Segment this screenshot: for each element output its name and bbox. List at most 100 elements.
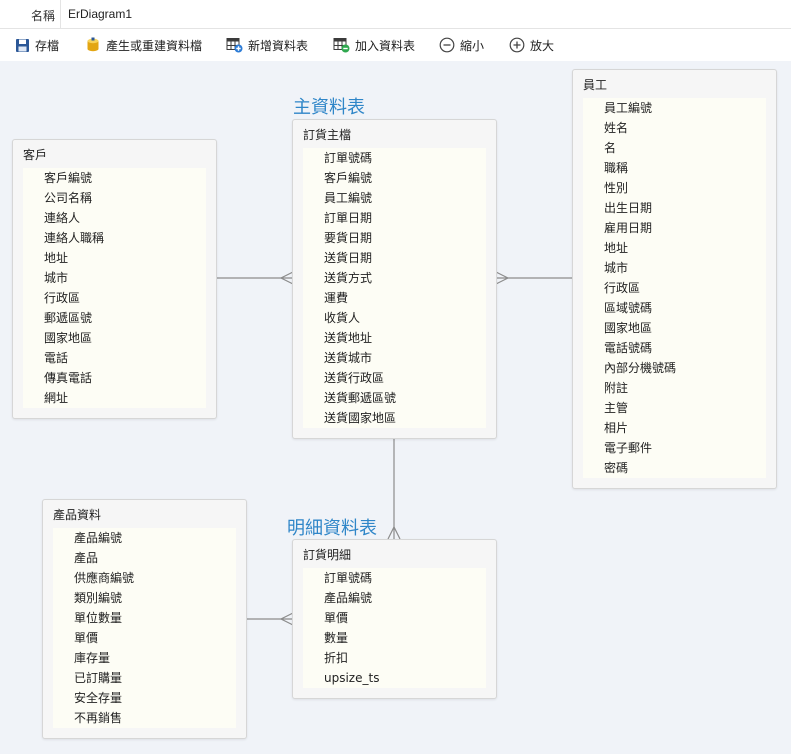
field-list: 訂單號碼 客戶編號 員工編號 訂單日期 要貨日期 送貨日期 送貨方式 運費 收貨人 送貨地址 送貨城… [303, 148, 486, 428]
zoom-in-icon [509, 37, 525, 53]
table-field[interactable]: 供應商編號 [53, 568, 236, 588]
add-table-label: 加入資料表 [355, 38, 416, 53]
new-table-icon [226, 38, 243, 53]
table-field[interactable]: 單位數量 [53, 608, 236, 628]
table-field[interactable]: upsize_ts [303, 668, 486, 688]
table-title: 產品資料 [53, 508, 102, 522]
table-field[interactable]: 類別編號 [53, 588, 236, 608]
table-field[interactable]: 傳真電話 [23, 368, 206, 388]
save-button[interactable]: 存檔 [15, 35, 59, 55]
table-field[interactable]: 要貨日期 [303, 228, 486, 248]
group-label-detail: 明細資料表 [287, 518, 377, 539]
table-field[interactable]: 公司名稱 [23, 188, 206, 208]
table-field[interactable]: 送貨城市 [303, 348, 486, 368]
field-list: 員工編號 姓名名職稱 性別 出生日期 雇用日期 地址 城市 行政區 區域號碼 國家地區 電話號碼 內部… [583, 98, 766, 478]
new-table-button[interactable]: 新增資料表 [226, 35, 308, 55]
toolbar: 存檔 產生或重建資料檔 新增資料表 加入資料表 縮小 放大 [0, 29, 791, 61]
table-field[interactable]: 產品編號 [53, 528, 236, 548]
database-build-icon [87, 37, 99, 52]
zoom-out-icon [439, 37, 455, 53]
table-field[interactable]: 安全存量 [53, 688, 236, 708]
table-field[interactable]: 行政區 [23, 288, 206, 308]
zoom-out-label: 縮小 [460, 38, 485, 53]
table-field[interactable]: 單價 [53, 628, 236, 648]
table-field[interactable]: 區域號碼 [583, 298, 766, 318]
table-products[interactable]: 產品資料 產品編號 產品 供應商編號 類別編號 單位數量 單價 庫存量 已訂購量 安全存量 不再銷… [42, 499, 247, 739]
table-field[interactable]: 送貨國家地區 [303, 408, 486, 428]
table-field[interactable]: 性別 [583, 178, 766, 198]
table-field[interactable]: 地址 [583, 238, 766, 258]
table-field[interactable]: 連絡人 [23, 208, 206, 228]
table-field[interactable]: 訂單日期 [303, 208, 486, 228]
table-field[interactable]: 連絡人職稱 [23, 228, 206, 248]
save-icon [16, 38, 29, 52]
table-field[interactable]: 附註 [583, 378, 766, 398]
table-field[interactable]: 雇用日期 [583, 218, 766, 238]
table-field[interactable]: 送貨方式 [303, 268, 486, 288]
table-field[interactable]: 名 [583, 138, 766, 158]
table-field[interactable]: 已訂購量 [53, 668, 236, 688]
table-field[interactable]: 客戶編號 [303, 168, 486, 188]
table-field[interactable]: 折扣 [303, 648, 486, 668]
table-field[interactable]: 相片 [583, 418, 766, 438]
table-field[interactable]: 網址 [23, 388, 206, 408]
zoom-out-button[interactable]: 縮小 [439, 35, 484, 55]
zoom-in-label: 放大 [530, 38, 555, 53]
table-field[interactable]: 城市 [583, 258, 766, 278]
table-field[interactable]: 庫存量 [53, 648, 236, 668]
table-field[interactable]: 出生日期 [583, 198, 766, 218]
table-field[interactable]: 送貨日期 [303, 248, 486, 268]
table-order-details[interactable]: 訂貨明細 訂單號碼 產品編號 單價 數量 折扣 upsize_ts [292, 539, 497, 699]
save-label: 存檔 [35, 38, 60, 53]
table-field[interactable]: 密碼 [583, 458, 766, 478]
table-field[interactable]: 產品編號 [303, 588, 486, 608]
table-field[interactable]: 單價 [303, 608, 486, 628]
table-field[interactable]: 送貨郵遞區號 [303, 388, 486, 408]
table-field[interactable]: 郵遞區號 [23, 308, 206, 328]
group-label-main: 主資料表 [293, 97, 365, 118]
table-field[interactable]: 收貨人 [303, 308, 486, 328]
name-divider [60, 0, 61, 28]
table-field[interactable]: 國家地區 [583, 318, 766, 338]
add-table-icon [333, 38, 350, 53]
table-title: 訂貨主檔 [303, 128, 352, 142]
table-field[interactable]: 職稱 [583, 158, 766, 178]
field-list: 產品編號 產品 供應商編號 類別編號 單位數量 單價 庫存量 已訂購量 安全存量 不再銷售 [53, 528, 236, 728]
diagram-name-field[interactable]: ErDiagram1 [68, 7, 132, 21]
zoom-in-button[interactable]: 放大 [509, 35, 554, 55]
table-employees[interactable]: 員工 員工編號 姓名名職稱 性別 出生日期 雇用日期 地址 城市 行政區 區域號碼 國家地區 電話號… [572, 69, 777, 489]
table-field[interactable]: 訂單號碼 [303, 568, 486, 588]
table-customers[interactable]: 客戶 客戶編號 公司名稱 連絡人 連絡人職稱 地址 城市 行政區 郵遞區號 國家地區 電話 傳真電話… [12, 139, 217, 419]
table-field[interactable]: 送貨行政區 [303, 368, 486, 388]
new-table-label: 新增資料表 [248, 38, 309, 53]
table-field[interactable]: 內部分機號碼 [583, 358, 766, 378]
table-title: 員工 [583, 78, 608, 92]
table-field[interactable]: 員工編號 [583, 98, 766, 118]
table-field[interactable]: 產品 [53, 548, 236, 568]
table-field[interactable]: 送貨地址 [303, 328, 486, 348]
table-orders[interactable]: 訂貨主檔 訂單號碼 客戶編號 員工編號 訂單日期 要貨日期 送貨日期 送貨方式 運費 收貨人 送貨… [292, 119, 497, 439]
table-field[interactable]: 數量 [303, 628, 486, 648]
name-bar: 名稱 ErDiagram1 [0, 0, 791, 29]
table-field[interactable]: 電話 [23, 348, 206, 368]
table-field[interactable]: 員工編號 [303, 188, 486, 208]
table-field[interactable]: 不再銷售 [53, 708, 236, 728]
table-field[interactable]: 地址 [23, 248, 206, 268]
table-field[interactable]: 電子郵件 [583, 438, 766, 458]
table-field[interactable]: 城市 [23, 268, 206, 288]
table-field[interactable]: 行政區 [583, 278, 766, 298]
table-field[interactable]: 客戶編號 [23, 168, 206, 188]
field-list: 訂單號碼 產品編號 單價 數量 折扣 upsize_ts [303, 568, 486, 688]
generate-database-label: 產生或重建資料檔 [106, 38, 203, 53]
table-field[interactable]: 國家地區 [23, 328, 206, 348]
table-title: 訂貨明細 [303, 548, 352, 562]
table-title: 客戶 [23, 148, 48, 162]
table-field[interactable]: 運費 [303, 288, 486, 308]
table-field[interactable]: 主管 [583, 398, 766, 418]
name-label: 名稱 [31, 9, 56, 23]
add-table-button[interactable]: 加入資料表 [333, 35, 415, 55]
table-field[interactable]: 訂單號碼 [303, 148, 486, 168]
table-field[interactable]: 電話號碼 [583, 338, 766, 358]
table-field[interactable]: 姓名 [583, 118, 766, 138]
generate-database-button[interactable]: 產生或重建資料檔 [85, 35, 202, 55]
